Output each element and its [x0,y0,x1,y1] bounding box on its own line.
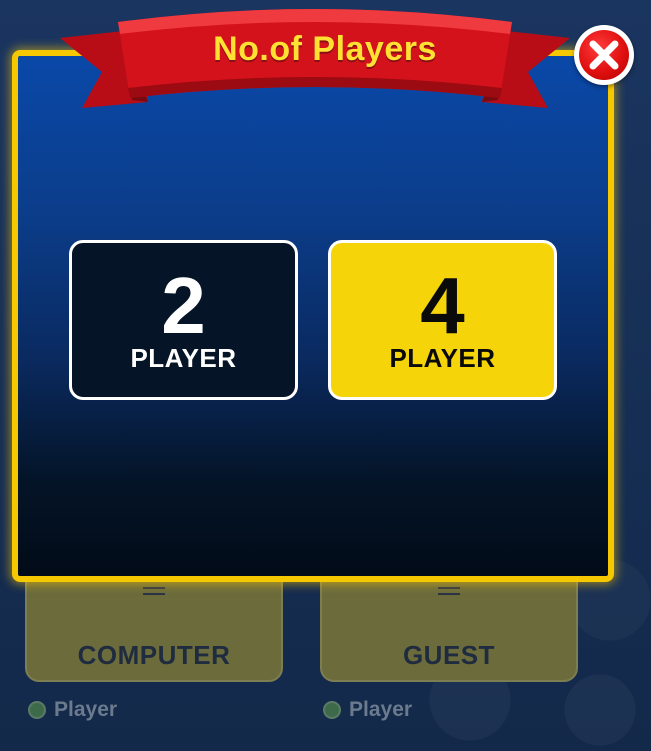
title-ribbon: No.of Players [60,0,570,120]
option-number: 4 [420,261,465,350]
radio-dot-icon [323,701,341,719]
option-label: PLAYER [389,343,496,373]
two-player-button[interactable]: 2 PLAYER [69,240,298,400]
close-button[interactable] [574,25,634,85]
player-radio-right[interactable]: Player [323,698,412,722]
close-icon [589,40,619,70]
player-radio-left[interactable]: Player [28,698,117,722]
dialog-title: No.of Players [213,30,437,68]
computer-card-label: COMPUTER [77,640,231,670]
radio-label: Player [349,698,413,721]
guest-card-label: GUEST [402,640,496,670]
equals-icon [438,587,460,595]
equals-icon [143,587,165,595]
radio-label: Player [54,698,118,721]
option-label: PLAYER [130,343,237,373]
four-player-button[interactable]: 4 PLAYER [328,240,557,400]
option-number: 2 [161,261,206,350]
radio-dot-icon [28,701,46,719]
